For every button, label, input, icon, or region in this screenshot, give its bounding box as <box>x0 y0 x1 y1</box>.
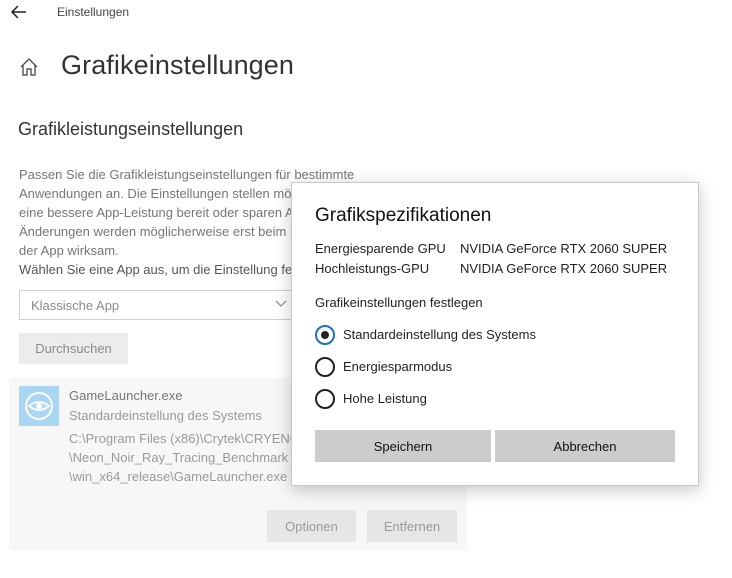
spec-label-high-performance-gpu: Hochleistungs-GPU <box>315 261 430 276</box>
radio-button[interactable] <box>315 357 335 377</box>
spec-value-high-performance-gpu: NVIDIA GeForce RTX 2060 SUPER <box>460 261 668 276</box>
radio-label: Hohe Leistung <box>343 391 427 406</box>
options-button[interactable]: Optionen <box>267 510 356 542</box>
app-type-value: Klassische App <box>31 298 120 313</box>
browse-button[interactable]: Durchsuchen <box>19 333 128 364</box>
chevron-down-icon <box>275 300 287 307</box>
app-name: GameLauncher.exe <box>69 388 183 403</box>
section-title: Grafikleistungseinstellungen <box>18 119 244 139</box>
home-icon[interactable] <box>18 56 40 78</box>
radio-button[interactable] <box>315 389 335 409</box>
radio-button[interactable] <box>315 325 335 345</box>
eye-icon <box>25 392 53 420</box>
radio-label: Standardeinstellung des Systems <box>343 327 536 342</box>
spec-label-power-saving-gpu: Energiesparende GPU <box>315 241 446 256</box>
app-setting: Standardeinstellung des Systems <box>69 408 262 423</box>
radio-option-high-performance[interactable]: Hohe Leistung <box>315 389 675 411</box>
window-title: Einstellungen <box>57 5 130 19</box>
graphics-specs-dialog: Grafikspezifikationen Energiesparende GP… <box>291 182 699 486</box>
spec-value-power-saving-gpu: NVIDIA GeForce RTX 2060 SUPER <box>460 241 668 256</box>
remove-button[interactable]: Entfernen <box>367 510 457 542</box>
set-graphics-label: Grafikeinstellungen festlegen <box>315 295 483 310</box>
page-title: Grafikeinstellungen <box>61 50 295 80</box>
app-path: C:\Program Files (x86)\Crytek\CRYENGINE … <box>69 431 309 484</box>
radio-option-power-saving[interactable]: Energiesparmodus <box>315 357 675 379</box>
radio-option-system-default[interactable]: Standardeinstellung des Systems <box>315 325 675 347</box>
app-icon <box>19 386 59 426</box>
app-type-select[interactable]: Klassische App <box>19 290 305 320</box>
radio-label: Energiesparmodus <box>343 359 453 374</box>
back-arrow-icon[interactable] <box>8 2 30 22</box>
cancel-button[interactable]: Abbrechen <box>495 430 675 462</box>
dialog-title: Grafikspezifikationen <box>315 205 492 226</box>
save-button[interactable]: Speichern <box>315 430 491 462</box>
